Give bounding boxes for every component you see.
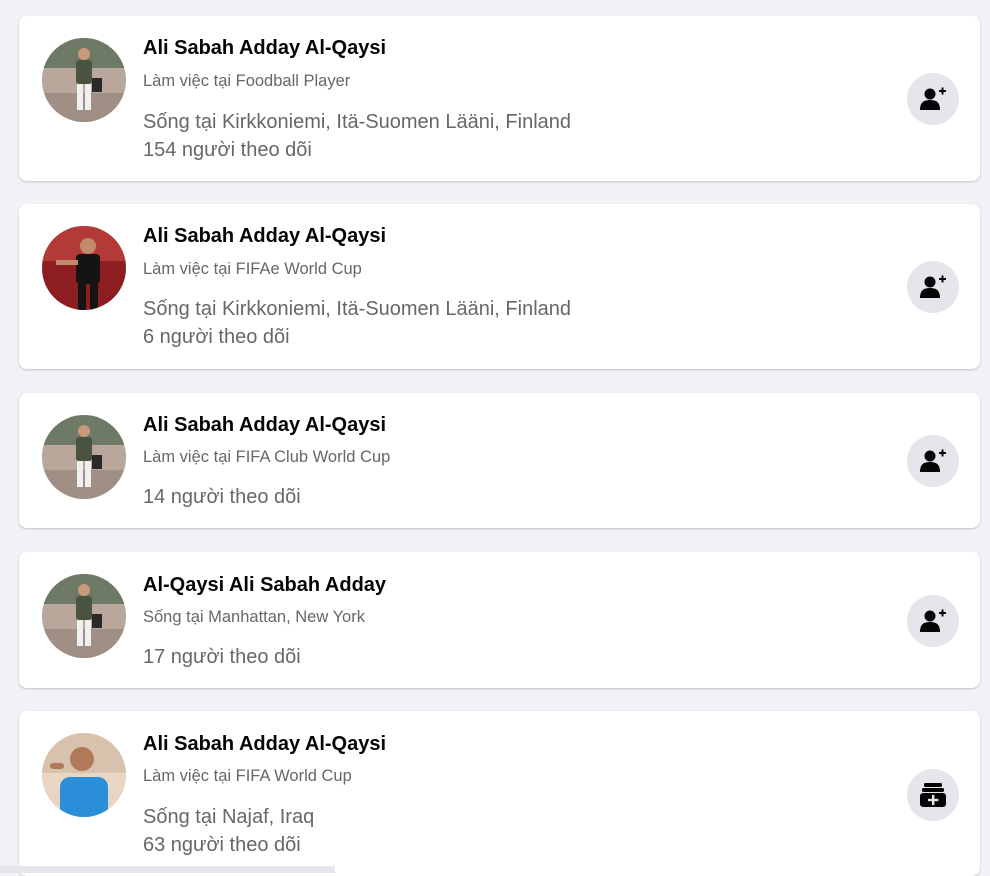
avatar[interactable]: [42, 38, 126, 122]
add-friend-icon: [920, 275, 946, 298]
avatar[interactable]: [42, 415, 126, 499]
result-card[interactable]: Ali Sabah Adday Al-Qaysi Làm việc tại Fo…: [19, 16, 980, 181]
result-card[interactable]: Ali Sabah Adday Al-Qaysi Làm việc tại FI…: [19, 711, 980, 876]
profile-name[interactable]: Ali Sabah Adday Al-Qaysi: [143, 414, 386, 437]
profile-followers: 154 người theo dõi: [143, 139, 312, 161]
profile-followers: 14 người theo dõi: [143, 486, 301, 508]
profile-work: Làm việc tại FIFA World Cup: [143, 767, 352, 785]
follow-page-button[interactable]: [907, 769, 959, 821]
profile-location: Sống tại Kirkkoniemi, Itä-Suomen Lääni, …: [143, 298, 572, 320]
follow-page-icon: [920, 783, 946, 807]
profile-followers: 63 người theo dõi: [143, 834, 301, 856]
profile-location: Sống tại Kirkkoniemi, Itä-Suomen Lääni, …: [143, 111, 572, 133]
add-friend-button[interactable]: [907, 73, 959, 125]
add-friend-button[interactable]: [907, 435, 959, 487]
profile-location: Sống tại Manhattan, New York: [143, 608, 365, 626]
avatar[interactable]: [42, 733, 126, 817]
add-friend-icon: [920, 87, 946, 110]
profile-work: Làm việc tại Foodball Player: [143, 72, 351, 90]
profile-name[interactable]: Ali Sabah Adday Al-Qaysi: [143, 733, 386, 756]
profile-work: Làm việc tại FIFAe World Cup: [143, 260, 362, 278]
result-card[interactable]: Ali Sabah Adday Al-Qaysi Làm việc tại FI…: [19, 393, 980, 528]
result-card[interactable]: Ali Sabah Adday Al-Qaysi Làm việc tại FI…: [19, 204, 980, 369]
avatar[interactable]: [42, 574, 126, 658]
profile-work: Làm việc tại FIFA Club World Cup: [143, 448, 391, 466]
bottom-bar: [0, 866, 335, 873]
profile-followers: 6 người theo dõi: [143, 326, 290, 348]
profile-name[interactable]: Ali Sabah Adday Al-Qaysi: [143, 225, 386, 248]
avatar[interactable]: [42, 226, 126, 310]
add-friend-icon: [920, 449, 946, 472]
result-card[interactable]: Al-Qaysi Ali Sabah Adday Sống tại Manhat…: [19, 552, 980, 688]
add-friend-button[interactable]: [907, 595, 959, 647]
profile-name[interactable]: Al-Qaysi Ali Sabah Adday: [143, 574, 386, 597]
profile-location: Sống tại Najaf, Iraq: [143, 806, 315, 828]
profile-followers: 17 người theo dõi: [143, 646, 301, 668]
add-friend-icon: [920, 609, 946, 632]
profile-name[interactable]: Ali Sabah Adday Al-Qaysi: [143, 37, 386, 60]
add-friend-button[interactable]: [907, 261, 959, 313]
